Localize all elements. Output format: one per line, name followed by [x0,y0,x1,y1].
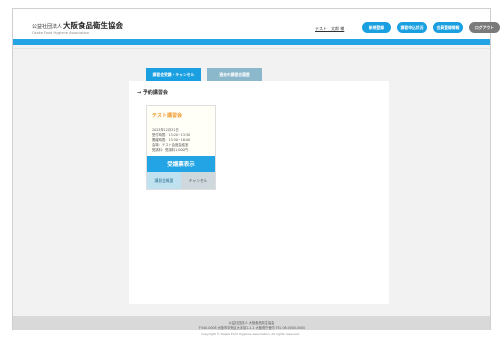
header-accent-bar [13,39,490,45]
new-registration-button[interactable]: 新規登録 [362,22,391,33]
tab-course-history[interactable]: 過去の講習会履歴 [207,68,262,81]
tab-course-booking[interactable]: 講習会受講・キャンセル [146,68,201,81]
cancel-button[interactable]: キャンセル [181,172,215,189]
section-title: → 予約講習会 [137,90,168,96]
course-title: テスト講習会 [152,113,183,119]
site-logo-title[interactable]: 大阪食品衛生協会 [63,20,123,31]
member-info-button[interactable]: 会員登録情報 [433,22,463,33]
course-card: テスト講習会 2023年12月31日 受付時間：13:20~13:30 開催時間… [146,105,216,190]
application-status-button[interactable]: 講習申込状況 [397,22,427,33]
logout-button[interactable]: ログアウト [469,22,500,33]
divider [13,48,490,49]
course-overview-button[interactable]: 講習会概要 [147,172,181,189]
org-prefix: 公益社団法人 [32,24,63,30]
main-panel: → 予約講習会 テスト講習会 2023年12月31日 受付時間：13:20~13… [129,81,389,304]
copyright-text: Copyright © Osaka Food Hygiene Associati… [201,332,300,336]
course-fee: 受講料：受講料1,000円 [152,148,188,152]
page-frame: 公益社団法人 大阪食品衛生協会 Osaka Food Hygiene Assoc… [12,8,500,338]
org-subtitle: Osaka Food Hygiene Association [32,31,89,35]
user-name-link[interactable]: テスト 太郎 様 [315,26,344,32]
show-ticket-button[interactable]: 受講票表示 [147,156,215,172]
site-header: 公益社団法人 大阪食品衛生協会 Osaka Food Hygiene Assoc… [13,9,500,39]
